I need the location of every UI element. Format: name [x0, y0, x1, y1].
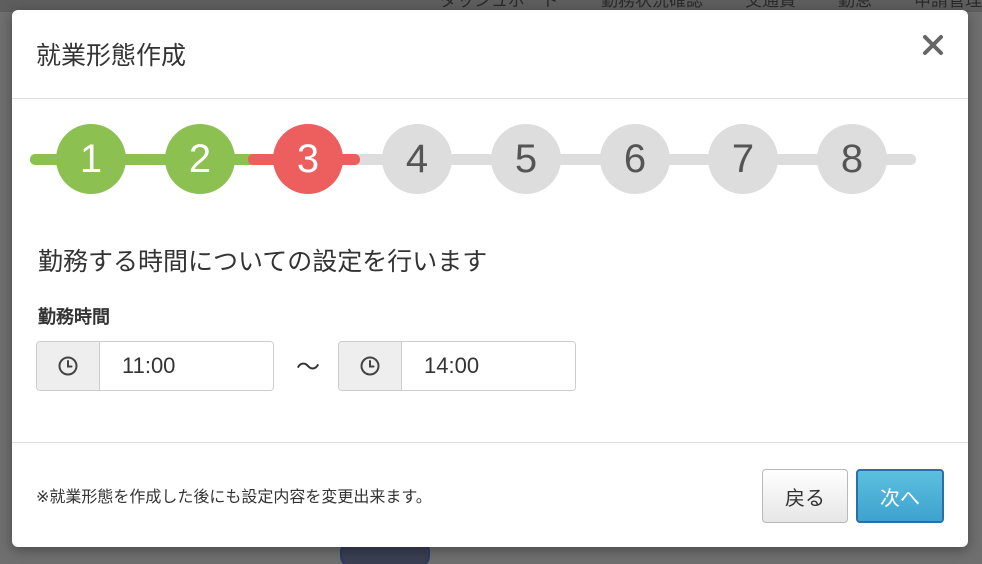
- back-button[interactable]: 戻る: [762, 469, 848, 523]
- clock-icon: [58, 356, 78, 376]
- footer-note: ※就業形態を作成した後にも設定内容を変更出来ます。: [36, 487, 432, 506]
- modal-title: 就業形態作成: [36, 41, 187, 70]
- end-time-addon[interactable]: [339, 342, 402, 390]
- start-time-input[interactable]: [100, 342, 273, 390]
- close-icon: [923, 35, 943, 55]
- close-button[interactable]: [920, 32, 946, 58]
- section-heading: 勤務する時間についての設定を行います: [38, 247, 488, 276]
- start-time-addon[interactable]: [37, 342, 100, 390]
- clock-icon: [360, 356, 380, 376]
- time-range-separator: 〜: [296, 353, 320, 381]
- step-8: 8: [817, 124, 887, 194]
- end-time-field: [338, 341, 576, 391]
- start-time-field: [36, 341, 274, 391]
- step-6: 6: [600, 124, 670, 194]
- modal-footer: ※就業形態を作成した後にも設定内容を変更出来ます。 戻る 次へ: [12, 442, 968, 548]
- step-7: 7: [708, 124, 778, 194]
- step-4: 4: [382, 124, 452, 194]
- next-button[interactable]: 次へ: [856, 469, 944, 523]
- step-2: 2: [165, 124, 235, 194]
- create-work-pattern-modal: 就業形態作成 1 2 3 4 5 6 7 8 勤務する時間についての設定を行いま…: [12, 10, 968, 547]
- modal-header: 就業形態作成: [12, 10, 968, 99]
- step-3: 3: [273, 124, 343, 194]
- end-time-input[interactable]: [402, 342, 575, 390]
- work-hours-label: 勤務時間: [38, 307, 110, 328]
- step-1: 1: [56, 124, 126, 194]
- step-5: 5: [491, 124, 561, 194]
- step-progress: 1 2 3 4 5 6 7 8: [30, 124, 916, 194]
